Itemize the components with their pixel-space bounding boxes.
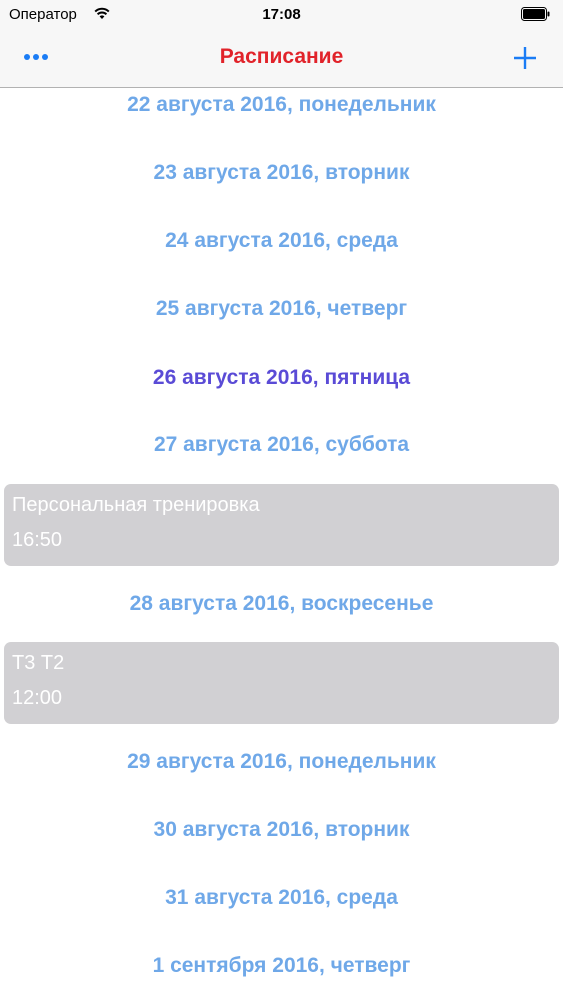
status-bar: Оператор 17:08	[0, 0, 563, 30]
date-row[interactable]: 27 августа 2016, суббота	[0, 425, 563, 465]
event-title: Т3 Т2	[12, 652, 65, 674]
date-row-current[interactable]: 26 августа 2016, пятница	[0, 358, 563, 398]
event-card[interactable]: Т3 Т2 12:00	[4, 642, 559, 724]
date-row[interactable]: 22 августа 2016, понедельник	[0, 85, 563, 125]
event-card[interactable]: Персональная тренировка 16:50	[4, 484, 559, 566]
date-row[interactable]: 31 августа 2016, среда	[0, 878, 563, 918]
date-row[interactable]: 28 августа 2016, воскресенье	[0, 584, 563, 624]
navigation-bar: Расписание	[0, 30, 563, 88]
date-row[interactable]: 23 августа 2016, вторник	[0, 153, 563, 193]
add-button[interactable]	[507, 40, 543, 76]
status-time: 17:08	[262, 6, 301, 23]
date-row[interactable]: 24 августа 2016, среда	[0, 221, 563, 261]
date-row[interactable]: 29 августа 2016, понедельник	[0, 742, 563, 782]
date-row[interactable]: 1 сентября 2016, четверг	[0, 946, 563, 986]
battery-icon	[521, 7, 551, 21]
page-title: Расписание	[219, 45, 344, 68]
event-title: Персональная тренировка	[12, 494, 260, 516]
plus-icon	[514, 47, 536, 69]
date-row[interactable]: 25 августа 2016, четверг	[0, 289, 563, 329]
event-time: 12:00	[12, 687, 63, 709]
date-row[interactable]: 30 августа 2016, вторник	[0, 810, 563, 850]
event-time: 16:50	[12, 529, 63, 551]
